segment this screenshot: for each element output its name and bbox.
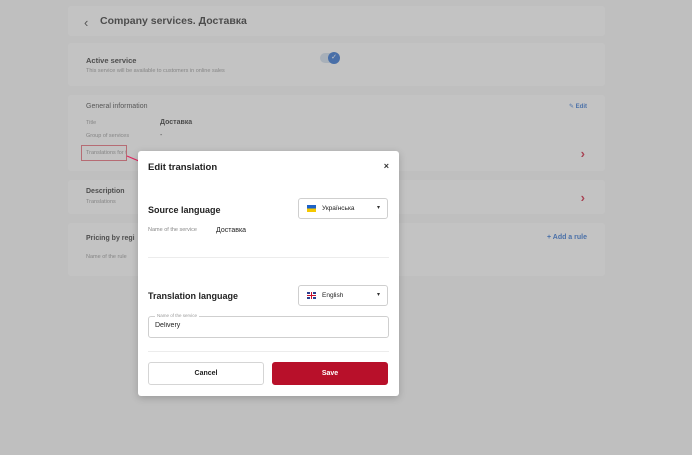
divider [148,257,389,258]
divider [148,351,389,352]
translation-language-select[interactable]: English ▾ [298,285,388,306]
caret-down-icon: ▾ [376,292,380,298]
translation-field-label: Name of the service [155,313,200,318]
source-language-select[interactable]: Українська ▾ [298,198,388,219]
ukraine-flag-icon [307,205,316,212]
modal-title: Edit translation [148,162,218,173]
source-field-value: Доставка [216,227,247,234]
cancel-button[interactable]: Cancel [148,362,264,385]
close-icon[interactable]: × [384,161,389,171]
translation-name-input[interactable] [155,322,375,329]
source-language-value: Українська [322,205,355,212]
translation-language-value: English [322,292,344,299]
source-language-title: Source language [148,205,221,215]
source-field-label: Name of the service [148,227,197,233]
caret-down-icon: ▾ [376,205,380,211]
edit-translation-modal: Edit translation × Source language Украї… [138,151,399,396]
uk-flag-icon [307,292,316,299]
translation-language-title: Translation language [148,291,239,301]
save-button[interactable]: Save [272,362,388,385]
translation-name-field: Name of the service [148,313,389,338]
